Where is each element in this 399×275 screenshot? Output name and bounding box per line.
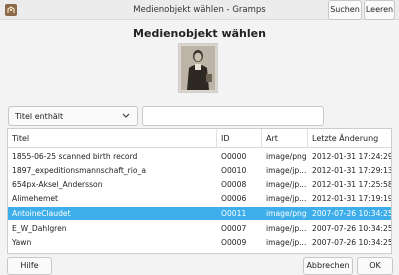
cell-id: O0000: [221, 152, 247, 161]
column-header-id[interactable]: ID: [217, 129, 262, 148]
cell-modified: 2012-01-31 17:19:19: [312, 194, 392, 203]
cell-modified: 2012-01-31 17:24:29: [312, 152, 392, 161]
cell-type: image/png: [266, 209, 307, 218]
filter-select-value: Titel enthält: [15, 112, 64, 121]
table-row[interactable]: E_W_Dahlgren O0007 image/jp... 2007-07-2…: [8, 222, 391, 235]
cell-modified: 2012-01-31 17:29:13: [312, 166, 392, 175]
column-header-modified[interactable]: Letzte Änderung: [308, 129, 391, 148]
cell-type: image/jp...: [266, 166, 307, 175]
media-preview: [178, 43, 218, 93]
portrait-image: [179, 44, 217, 92]
cell-type: image/jp...: [266, 224, 307, 233]
cell-type: image/jp...: [266, 238, 307, 247]
cell-id: O0011: [221, 209, 247, 218]
cell-type: image/png: [266, 152, 307, 161]
cell-title: E_W_Dahlgren: [12, 224, 67, 233]
search-input[interactable]: [142, 106, 324, 126]
cell-title: AntoineClaudet: [12, 209, 71, 218]
column-header-type[interactable]: Art: [262, 129, 308, 148]
chevron-down-icon: [122, 113, 130, 118]
cell-id: O0010: [221, 166, 247, 175]
cell-title: 1897_expeditionsmannschaft_rio_a: [12, 166, 146, 175]
table-row[interactable]: 1855-06-25 scanned birth record O0000 im…: [8, 150, 391, 163]
cell-id: O0008: [221, 180, 247, 189]
column-header-title[interactable]: Titel: [8, 129, 217, 148]
table-row[interactable]: Alimehemet O0006 image/jp... 2012-01-31 …: [8, 192, 391, 205]
cell-modified: 2012-01-31 17:25:58: [312, 180, 392, 189]
cell-modified: 2007-07-26 10:34:25: [312, 238, 392, 247]
cancel-button[interactable]: Abbrechen: [303, 257, 353, 275]
cell-title: Alimehemet: [12, 194, 59, 203]
cell-id: O0009: [221, 238, 247, 247]
clear-button[interactable]: Leeren: [364, 0, 395, 20]
cell-title: Yawn: [12, 238, 32, 247]
filter-select[interactable]: Titel enthält: [8, 106, 138, 126]
cell-type: image/jp...: [266, 194, 307, 203]
table-row[interactable]: Yawn O0009 image/jp... 2007-07-26 10:34:…: [8, 236, 391, 249]
search-button[interactable]: Suchen: [328, 0, 362, 20]
table-row-selected[interactable]: AntoineClaudet O0011 image/png 2007-07-2…: [8, 207, 391, 220]
cell-modified: 2007-07-26 10:34:25: [312, 209, 392, 218]
cell-title: 654px-Aksel_Andersson: [12, 180, 103, 189]
cell-modified: 2007-07-26 10:34:25: [312, 224, 392, 233]
media-table[interactable]: Titel ID Art Letzte Änderung 1855-06-25 …: [7, 128, 392, 254]
ok-button[interactable]: OK: [357, 257, 393, 275]
table-row[interactable]: 654px-Aksel_Andersson O0008 image/jp... …: [8, 178, 391, 191]
cell-id: O0006: [221, 194, 247, 203]
table-row[interactable]: 1897_expeditionsmannschaft_rio_a O0010 i…: [8, 164, 391, 177]
table-header: Titel ID Art Letzte Änderung: [8, 129, 391, 148]
cell-type: image/jp...: [266, 180, 307, 189]
cell-id: O0007: [221, 224, 247, 233]
cell-title: 1855-06-25 scanned birth record: [12, 152, 138, 161]
help-button[interactable]: Hilfe: [7, 257, 52, 275]
dialog-heading: Medienobjekt wählen: [133, 27, 266, 40]
